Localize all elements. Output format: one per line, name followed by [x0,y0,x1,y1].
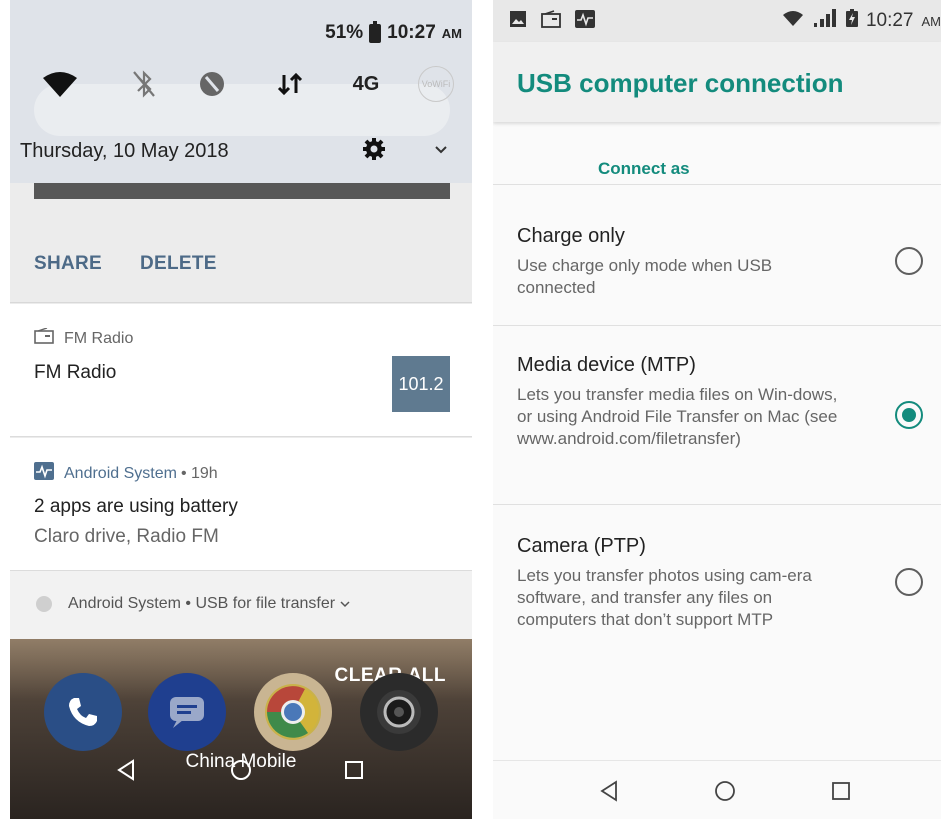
location-off-icon[interactable] [190,62,234,106]
home-icon[interactable] [709,775,741,807]
wifi-icon[interactable] [38,62,82,106]
app-bar: USB computer connection [493,42,941,122]
back-icon[interactable] [110,754,142,786]
navigation-bar [10,740,472,800]
share-button[interactable]: SHARE [34,253,102,275]
recents-icon[interactable] [338,754,370,786]
radio-icon [541,10,561,33]
notification-shade: 51% 10:27 AM 4G VoWiFi Thursday, 10 May … [10,0,472,819]
status-bar: 10:27 AM [493,0,941,42]
clock-ampm: AM [921,13,941,29]
option-title: Camera (PTP) [517,535,646,557]
clock: 10:27 [387,22,436,43]
option-description: Lets you transfer photos using cam-era s… [517,566,812,629]
radio-charge-only[interactable] [895,247,923,275]
notification-actions: SHARE DELETE [10,221,472,303]
radio-ptp[interactable] [895,568,923,596]
notification-text: Claro drive, Radio FM [34,526,219,547]
system-activity-icon [575,10,595,33]
notification-header: FM Radio [34,327,134,349]
data-transfer-icon[interactable] [268,62,312,106]
notification-app-name: Android System [64,464,177,482]
usb-notice-detail: • USB for file transfer [185,595,336,612]
tile-4g[interactable]: 4G [344,62,388,106]
section-header: Connect as [598,159,690,178]
option-mtp[interactable]: Media device (MTP) Lets you transfer med… [493,326,941,504]
notification-header: Android System • 19h [34,462,218,485]
option-title: Charge only [517,225,625,247]
tile-4g-label: 4G [352,72,380,95]
signal-icon [812,9,838,33]
navigation-bar [493,760,941,819]
notification-title: 2 apps are using battery [34,496,238,517]
system-activity-icon [34,462,54,485]
date-label: Thursday, 10 May 2018 [20,140,229,162]
delete-button[interactable]: DELETE [140,253,217,275]
status-left-icons [509,10,595,33]
home-icon[interactable] [225,754,257,786]
clock-ampm: AM [441,25,462,41]
option-title: Media device (MTP) [517,354,696,376]
media-preview-strip [34,183,450,199]
usb-notice-app: Android System [68,595,181,612]
recents-icon[interactable] [825,775,857,807]
option-charge-only[interactable]: Charge only Use charge only mode when US… [493,185,941,325]
quick-settings-panel: 51% 10:27 AM 4G VoWiFi Thursday, 10 May … [10,0,472,183]
status-right-icons: 10:27 AM [782,9,941,33]
notification-time: • 19h [180,464,218,482]
radio-mtp[interactable] [895,401,923,429]
tile-vowifi[interactable]: VoWiFi [414,62,458,106]
battery-icon [369,20,382,43]
page-title: USB computer connection [517,68,844,98]
battery-charging-icon [845,9,858,33]
quick-settings-tiles: 4G VoWiFi [30,62,462,106]
chevron-down-icon[interactable] [339,595,350,612]
bluetooth-off-icon[interactable] [122,62,166,106]
option-description: Use charge only mode when USB connected [517,256,773,297]
radio-icon [34,327,54,349]
frequency-badge: 101.2 [392,356,450,412]
usb-settings-screen: 10:27 AM USB computer connection Connect… [493,0,941,819]
usb-dot-icon [36,596,52,612]
notification-fm-radio[interactable]: FM Radio FM Radio 101.2 [10,304,472,437]
notification-battery[interactable]: Android System • 19h 2 apps are using ba… [10,438,472,571]
back-icon[interactable] [593,775,625,807]
wifi-icon [782,10,804,33]
status-bar: 51% 10:27 AM [325,20,462,44]
notification-title: FM Radio [34,362,117,383]
image-icon [509,10,527,33]
option-ptp[interactable]: Camera (PTP) Lets you transfer photos us… [493,505,941,655]
battery-percent: 51% [325,22,364,43]
vowifi-badge: VoWiFi [418,66,454,102]
option-description: Lets you transfer media files on Win-dow… [517,385,838,448]
usb-notice-text: Android System • USB for file transfer [68,595,350,613]
notification-usb-collapsed[interactable]: Android System • USB for file transfer [10,571,472,639]
notification-app-name: FM Radio [64,329,134,347]
gear-icon[interactable] [362,137,386,166]
clock: 10:27 [865,10,914,31]
chevron-down-icon[interactable] [434,142,448,160]
